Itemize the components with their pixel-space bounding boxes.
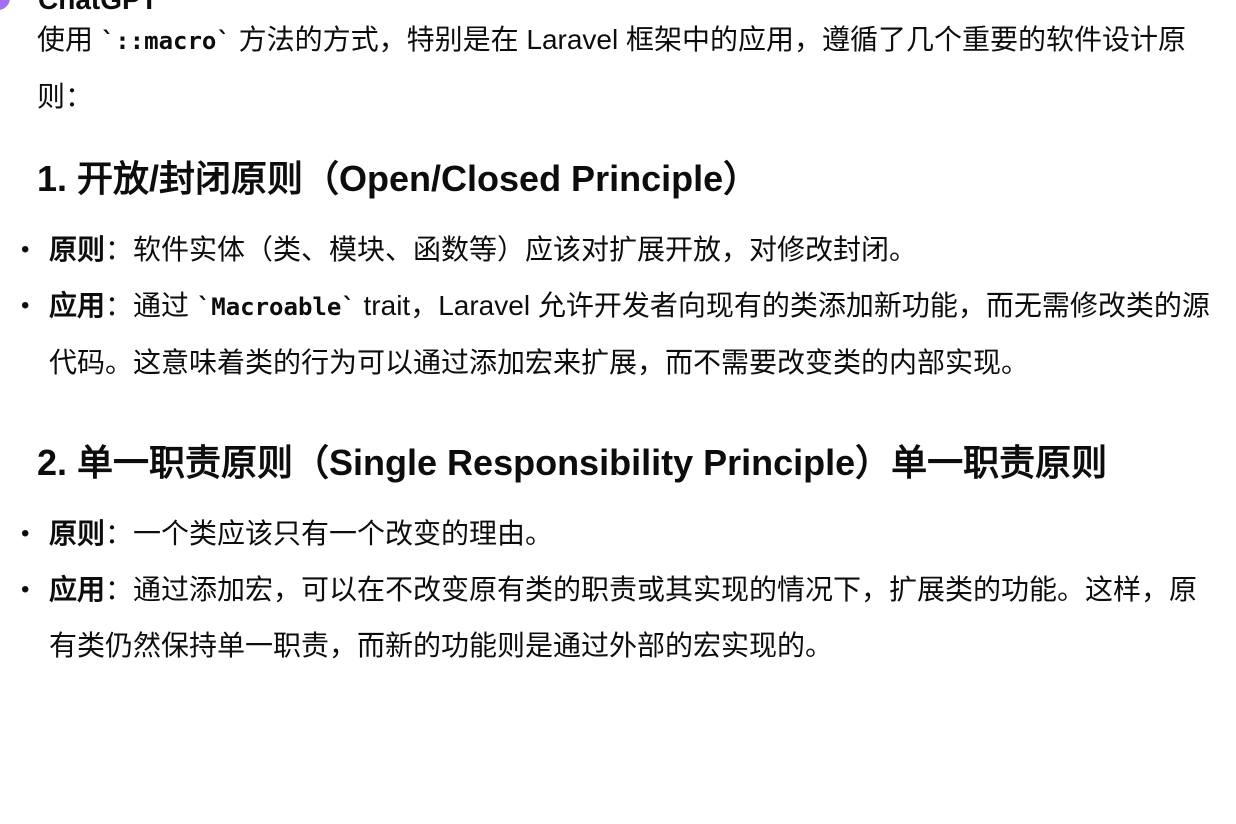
- bullet-icon: •: [21, 520, 30, 547]
- message-content: 使用 `::macro` 方法的方式，特别是在 Laravel 框架中的应用，遵…: [21, 12, 1222, 674]
- item-label: 原则: [49, 234, 106, 265]
- list-item: • 应用：通过添加宏，可以在不改变原有类的职责或其实现的情况下，扩展类的功能。这…: [21, 562, 1222, 674]
- item-text: ：通过添加宏，可以在不改变原有类的职责或其实现的情况下，扩展类的功能。这样，原有…: [49, 574, 1198, 661]
- section-1-list: • 原则：软件实体（类、模块、函数等）应该对扩展开放，对修改封闭。 • 应用：通…: [21, 222, 1222, 391]
- list-item: • 应用：通过 `Macroable` trait，Laravel 允许开发者向…: [21, 278, 1222, 391]
- list-item: • 原则：一个类应该只有一个改变的理由。: [21, 506, 1222, 562]
- assistant-avatar: [0, 0, 10, 10]
- section-heading-1: 1. 开放/封闭原则（Open/Closed Principle）: [37, 158, 760, 199]
- bullet-icon: •: [21, 236, 30, 263]
- item-code: `Macroable`: [196, 293, 356, 321]
- intro-code: `::macro`: [100, 27, 231, 55]
- item-text: ：软件实体（类、模块、函数等）应该对扩展开放，对修改封闭。: [105, 234, 918, 265]
- item-pre: ：通过: [105, 290, 197, 321]
- item-label: 原则: [49, 518, 106, 549]
- section-2-list: • 原则：一个类应该只有一个改变的理由。 • 应用：通过添加宏，可以在不改变原有…: [21, 506, 1222, 674]
- item-label: 应用: [49, 574, 106, 605]
- intro-text-1: 使用: [37, 24, 101, 55]
- item-text: ：一个类应该只有一个改变的理由。: [105, 518, 554, 549]
- list-item: • 原则：软件实体（类、模块、函数等）应该对扩展开放，对修改封闭。: [21, 222, 1222, 278]
- section-heading-2: 2. 单一职责原则（Single Responsibility Principl…: [37, 442, 1108, 483]
- intro-paragraph: 使用 `::macro` 方法的方式，特别是在 Laravel 框架中的应用，遵…: [37, 12, 1222, 125]
- bullet-icon: •: [21, 292, 30, 319]
- item-label: 应用: [49, 290, 106, 321]
- bullet-icon: •: [21, 576, 30, 603]
